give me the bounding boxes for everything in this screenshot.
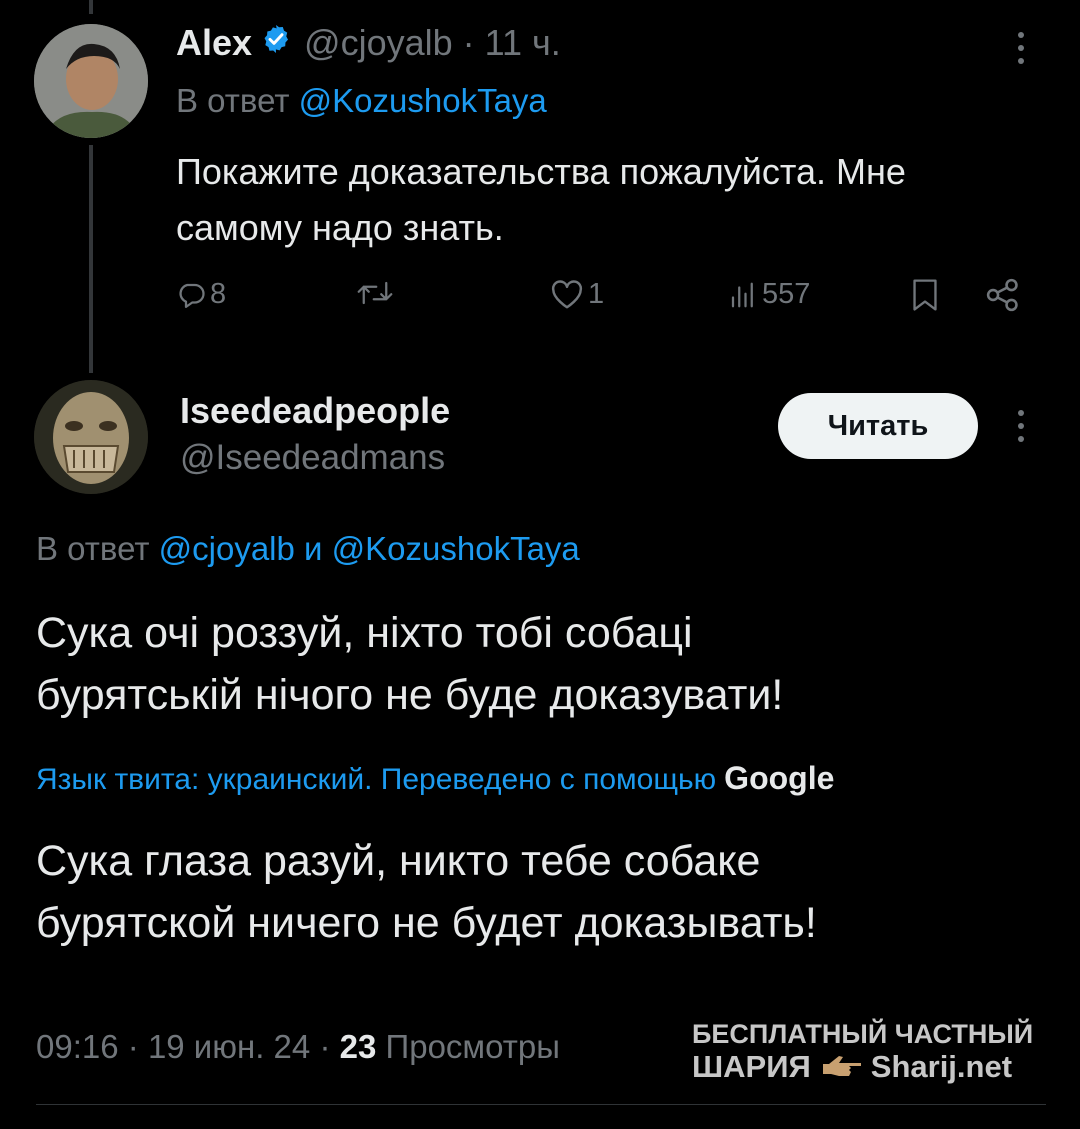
bottom-divider	[36, 1104, 1046, 1105]
tweet2-reply-mention-1[interactable]: @cjoyalb	[159, 530, 295, 567]
tweet1-reply-context: В ответ @KozushokTaya	[176, 82, 547, 120]
tweet2-text-line1: Сука очі роззуй, ніхто тобі собаці	[36, 609, 693, 657]
avatar-iseedeadpeople[interactable]	[34, 380, 148, 494]
tweet1-display-name[interactable]: Alex	[176, 22, 252, 64]
tweet2-translated-line1: Сука глаза разуй, никто тебе собаке	[36, 837, 761, 885]
bookmark-icon	[913, 279, 937, 311]
retweet-button[interactable]	[356, 278, 394, 308]
tweet2-text-line2: бурятській нічого не буде доказувати!	[36, 671, 784, 719]
thread-line-connector	[89, 145, 93, 373]
tweet2-display-name[interactable]: Iseedeadpeople	[180, 390, 450, 432]
watermark-line2-left: ШАРИЯ	[692, 1048, 811, 1084]
tweet2-more-icon[interactable]	[1018, 410, 1024, 442]
tweet1-handle[interactable]: @cjoyalb	[304, 22, 453, 64]
views-count: 557	[762, 278, 811, 310]
reply-button[interactable]: 8	[176, 278, 226, 311]
watermark-line1: БЕСПЛАТНЫЙ ЧАСТНЫЙ	[692, 1019, 1034, 1049]
tweet2-reply-prefix: В ответ	[36, 530, 150, 567]
tweet2-reply-context: В ответ @cjoyalb и @KozushokTaya	[36, 530, 580, 568]
tweet1-text: Покажите доказательства пожалуйста. Мне …	[176, 144, 906, 256]
thread-line-top	[89, 0, 93, 14]
tweet2-handle[interactable]: @Iseedeadmans	[180, 438, 445, 478]
pointing-hand-icon	[819, 1050, 863, 1084]
watermark-line2: ШАРИЯ Sharij.net	[692, 1048, 1064, 1084]
tweet1-header: Alex @cjoyalb · 11 ч.	[176, 22, 561, 64]
tweet2-views-count[interactable]: 23	[340, 1028, 377, 1065]
views-button[interactable]: 557	[728, 278, 810, 311]
avatar-alex[interactable]	[34, 24, 148, 138]
google-logo: Google	[724, 760, 835, 796]
tweet2-translated-line2: бурятской ничего не будет доказывать!	[36, 899, 817, 947]
tweet2-reply-mention-2[interactable]: @KozushokTaya	[332, 530, 580, 567]
tweet1-more-icon[interactable]	[1018, 32, 1024, 64]
reply-icon	[179, 283, 205, 308]
reply-count: 8	[210, 278, 227, 310]
like-count: 1	[588, 278, 605, 310]
retweet-icon	[357, 281, 393, 305]
tweet2-reply-and: и	[304, 530, 323, 567]
tweet1-text-line2: самому надо знать.	[176, 207, 504, 248]
like-button[interactable]: 1	[550, 278, 604, 311]
tweet2-time[interactable]: 09:16	[36, 1028, 119, 1065]
tweet1-reply-mention[interactable]: @KozushokTaya	[299, 82, 547, 119]
tweet1-time-separator: ·	[462, 22, 475, 63]
tweet1-time[interactable]: 11 ч.	[485, 22, 561, 64]
translation-note-text[interactable]: Язык твита: украинский. Переведено с пом…	[36, 763, 716, 797]
heart-icon	[551, 279, 583, 308]
tweet2-date[interactable]: 19 июн. 24	[148, 1028, 310, 1065]
views-icon	[731, 282, 753, 307]
verified-badge-icon	[260, 22, 292, 64]
share-button[interactable]	[984, 278, 1022, 312]
follow-button[interactable]: Читать	[778, 393, 978, 459]
bookmark-button[interactable]	[910, 278, 940, 312]
translation-note[interactable]: Язык твита: украинский. Переведено с пом…	[36, 760, 834, 797]
tweet2-meta-sep2: ·	[319, 1028, 331, 1065]
watermark: БЕСПЛАТНЫЙ ЧАСТНЫЙ ШАРИЯ Sharij.net	[692, 1019, 1064, 1084]
tweet2-meta: 09:16 · 19 июн. 24 · 23 Просмотры	[36, 1028, 560, 1066]
tweet1-reply-prefix: В ответ	[176, 82, 290, 119]
tweet2-views-label: Просмотры	[385, 1028, 560, 1065]
tweet2-meta-sep1: ·	[127, 1028, 139, 1065]
avatar-alex-image	[34, 24, 148, 138]
avatar-iseedeadpeople-image	[34, 380, 148, 494]
tweet2-text: Сука очі роззуй, ніхто тобі собаці бурят…	[36, 602, 783, 726]
tweet1-text-line1: Покажите доказательства пожалуйста. Мне	[176, 151, 906, 192]
watermark-line2-right: Sharij.net	[870, 1048, 1013, 1084]
share-icon	[986, 278, 1018, 312]
tweet2-translated-text: Сука глаза разуй, никто тебе собаке буря…	[36, 830, 817, 954]
